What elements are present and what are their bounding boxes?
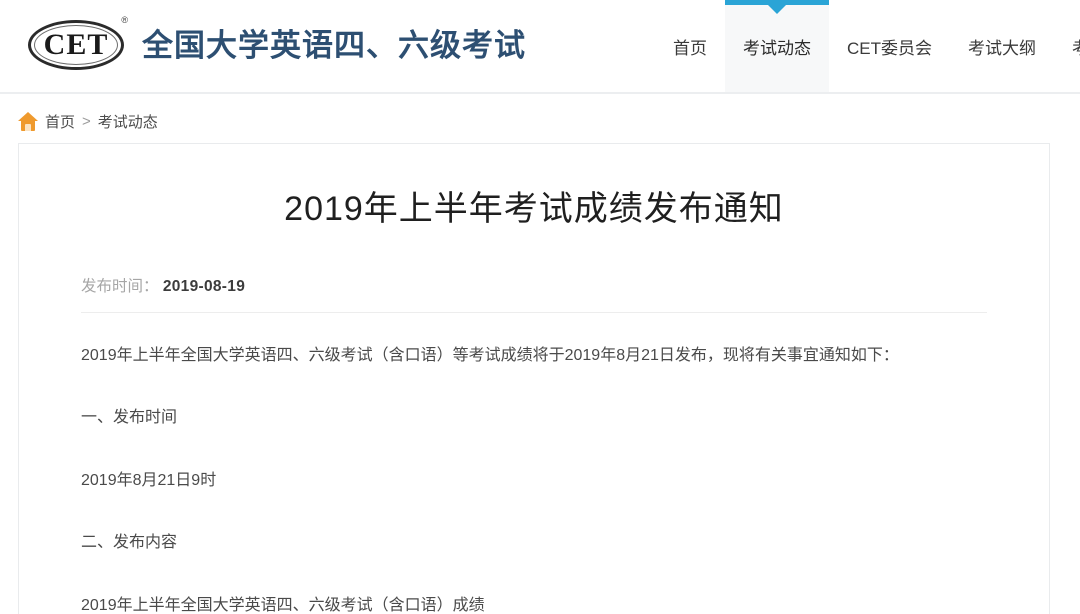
site-header: CET ® 全国大学英语四、六级考试 首页 考试动态 CET委员会 考试大纲 考… <box>0 0 1080 94</box>
meta-divider <box>81 312 987 313</box>
article-paragraph: 2019年上半年全国大学英语四、六级考试（含口语）等考试成绩将于2019年8月2… <box>81 347 899 364</box>
article-card: 2019年上半年考试成绩发布通知 发布时间： 2019-08-19 2019年上… <box>18 143 1050 614</box>
nav-item-cet-committee[interactable]: CET委员会 <box>829 0 950 92</box>
nav-item-exam-syllabus[interactable]: 考试大纲 <box>950 0 1054 92</box>
publish-time-label: 发布时间： <box>81 277 159 295</box>
nav-item-label: 首页 <box>673 38 707 58</box>
nav-item-label: CET委员会 <box>847 38 932 58</box>
article-paragraph: 2019年8月21日9时 <box>81 471 217 489</box>
article-body: 2019年上半年全国大学英语四、六级考试（含口语）等考试成绩将于2019年8月2… <box>81 341 987 614</box>
cet-oval-logo: CET ® <box>26 14 130 76</box>
logo-text: CET <box>43 28 109 61</box>
breadcrumb: 首页 > 考试动态 <box>18 105 158 137</box>
article-section-heading-1: 一、发布时间 <box>81 409 178 427</box>
home-icon-door <box>25 123 31 131</box>
page-root: CET ® 全国大学英语四、六级考试 首页 考试动态 CET委员会 考试大纲 考… <box>0 0 1080 614</box>
nav-item-label: 考试 <box>1072 34 1080 59</box>
breadcrumb-separator: > <box>82 112 91 130</box>
publish-meta: 发布时间： 2019-08-19 <box>81 277 1049 295</box>
nav-item-exam-news[interactable]: 考试动态 <box>725 0 829 92</box>
breadcrumb-item-home[interactable]: 首页 <box>45 111 75 132</box>
chevron-down-icon <box>768 5 786 14</box>
registered-trademark-icon: ® <box>121 15 128 25</box>
publish-date-value: 2019-08-19 <box>162 277 246 295</box>
site-brand[interactable]: CET ® 全国大学英语四、六级考试 <box>26 14 526 76</box>
nav-item-label: 考试动态 <box>743 38 811 58</box>
brand-title: 全国大学英语四、六级考试 <box>142 27 526 63</box>
home-icon <box>18 111 38 131</box>
main-navigation: 首页 考试动态 CET委员会 考试大纲 考试 <box>655 0 1080 92</box>
page-title: 2019年上半年考试成绩发布通知 <box>284 190 784 228</box>
nav-item-exam-truncated[interactable]: 考试 <box>1054 0 1080 92</box>
article-paragraph: 2019年上半年全国大学英语四、六级考试（含口语）成绩 <box>81 596 485 614</box>
article-section-heading-2: 二、发布内容 <box>81 534 178 552</box>
nav-item-label: 考试大纲 <box>968 38 1036 58</box>
breadcrumb-item-current[interactable]: 考试动态 <box>98 111 158 132</box>
nav-item-home[interactable]: 首页 <box>655 0 725 92</box>
